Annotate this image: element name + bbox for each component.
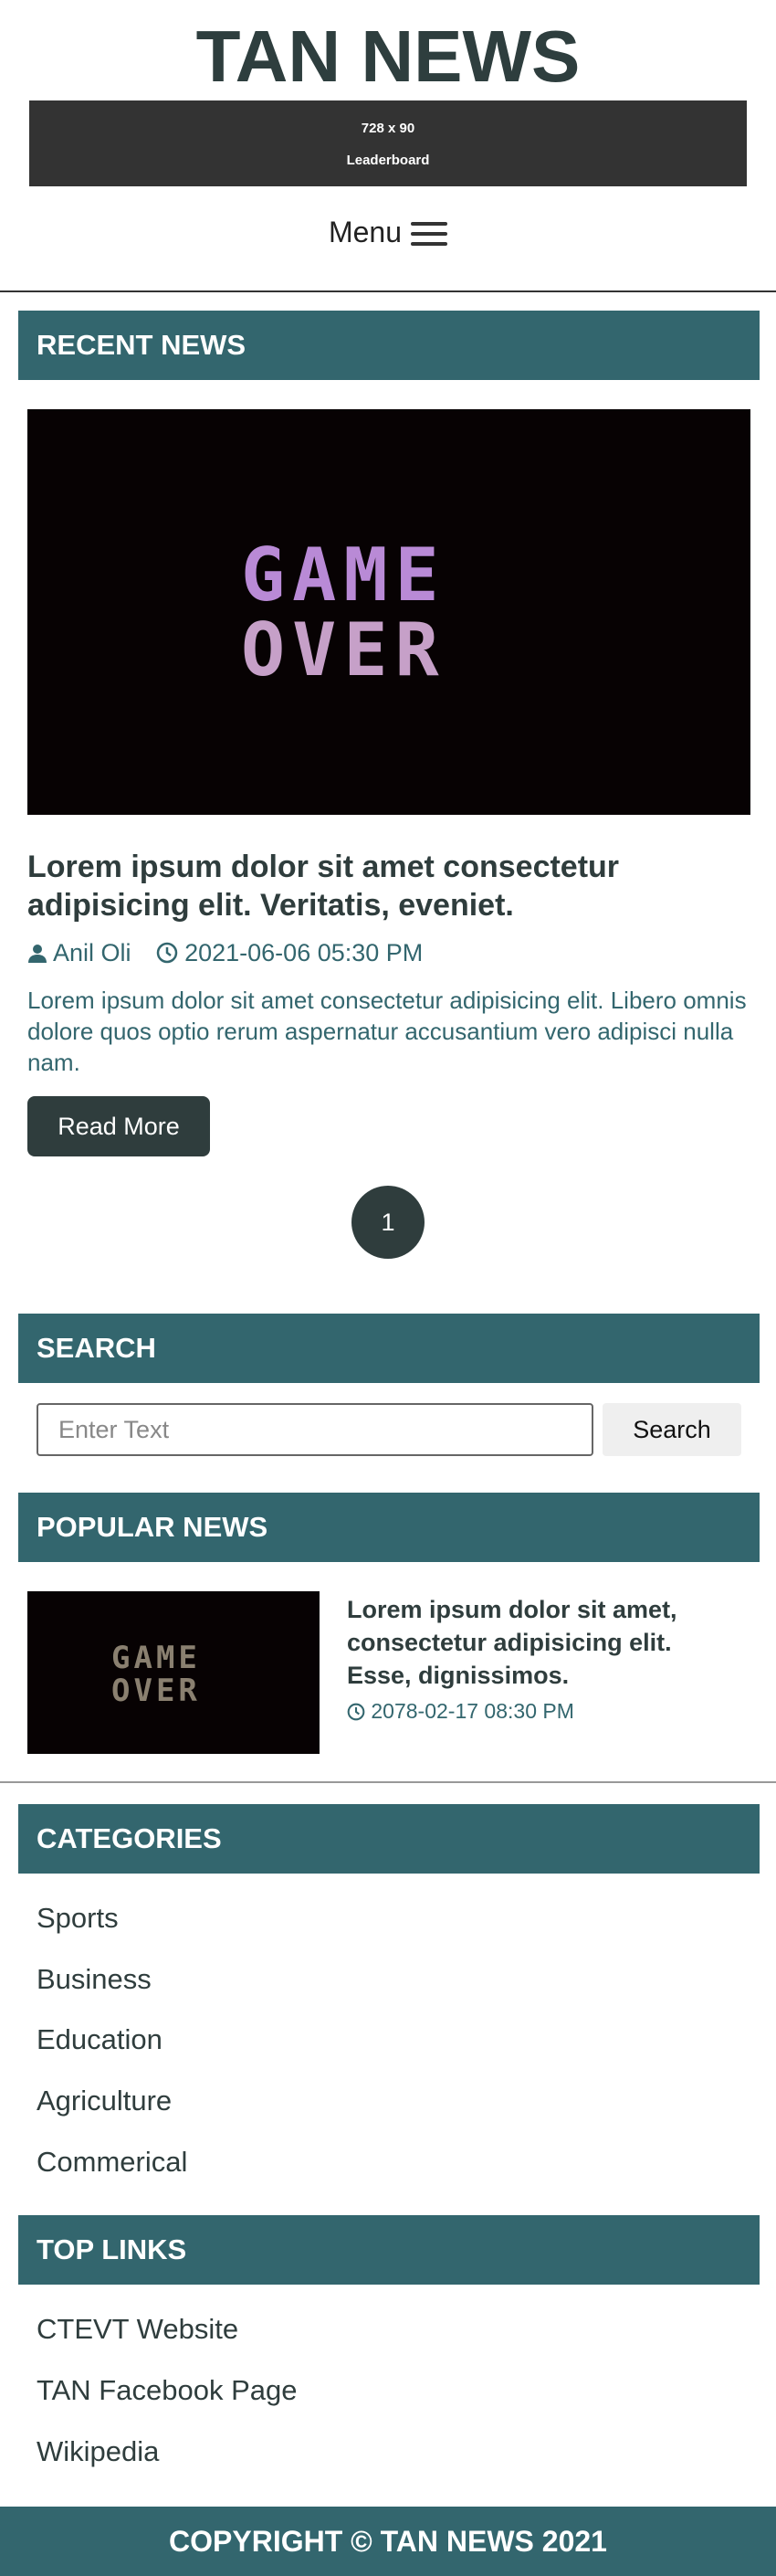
recent-news-heading: RECENT NEWS <box>18 311 760 380</box>
top-links-heading: TOP LINKS <box>18 2215 760 2285</box>
pagination-page-1[interactable]: 1 <box>351 1186 425 1259</box>
article-image[interactable]: GAME OVER <box>27 409 750 815</box>
popular-news-heading: POPULAR NEWS <box>18 1493 760 1562</box>
search-heading: SEARCH <box>18 1314 760 1383</box>
article-meta: Anil Oli 2021-06-06 05:30 PM <box>27 937 423 968</box>
category-sports[interactable]: Sports <box>37 1900 119 1937</box>
leaderboard-ad[interactable]: 728 x 90 Leaderboard <box>29 100 747 186</box>
category-agriculture[interactable]: Agriculture <box>37 2083 172 2119</box>
site-header: TAN NEWS 728 x 90 Leaderboard Menu <box>0 0 776 292</box>
user-icon <box>27 939 47 966</box>
popular-article-title[interactable]: Lorem ipsum dolor sit amet, consectetur … <box>347 1593 739 1692</box>
popular-game-over-line-2: OVER <box>111 1673 201 1709</box>
ad-size: 728 x 90 <box>361 121 415 136</box>
read-more-button[interactable]: Read More <box>27 1096 210 1156</box>
link-wikipedia[interactable]: Wikipedia <box>37 2433 159 2470</box>
search-input[interactable]: Enter Text <box>37 1403 593 1456</box>
article-author: Anil Oli <box>53 939 131 966</box>
site-title[interactable]: TAN NEWS <box>0 13 776 100</box>
categories-heading: CATEGORIES <box>18 1804 760 1874</box>
clock-icon <box>347 1699 365 1723</box>
menu-label: Menu <box>328 216 403 248</box>
link-tan-facebook-page[interactable]: TAN Facebook Page <box>37 2372 297 2409</box>
divider <box>0 1781 776 1783</box>
game-over-line-2: OVER <box>241 607 446 692</box>
search-button[interactable]: Search <box>603 1403 741 1456</box>
popular-article-date: 2078-02-17 08:30 PM <box>347 1697 574 1725</box>
article-excerpt: Lorem ipsum dolor sit amet consectetur a… <box>27 987 747 1076</box>
category-commerical[interactable]: Commerical <box>37 2144 187 2180</box>
hamburger-icon <box>411 222 448 246</box>
game-over-line-1: GAME <box>241 533 446 618</box>
popular-game-over-line-1: GAME <box>111 1640 201 1676</box>
article-datetime: 2021-06-06 05:30 PM <box>184 939 424 966</box>
menu-toggle[interactable]: Menu <box>0 214 776 250</box>
article-title[interactable]: Lorem ipsum dolor sit amet consectetur a… <box>27 848 750 924</box>
link-ctevt-website[interactable]: CTEVT Website <box>37 2311 238 2348</box>
ad-label: Leaderboard <box>346 153 430 168</box>
popular-article-datetime: 2078-02-17 08:30 PM <box>371 1699 574 1723</box>
category-business[interactable]: Business <box>37 1961 152 1998</box>
popular-article-image[interactable]: GAME OVER <box>27 1591 320 1754</box>
footer-copyright: COPYRIGHT © TAN NEWS 2021 <box>0 2507 776 2576</box>
clock-icon <box>156 939 178 966</box>
category-education[interactable]: Education <box>37 2022 163 2058</box>
